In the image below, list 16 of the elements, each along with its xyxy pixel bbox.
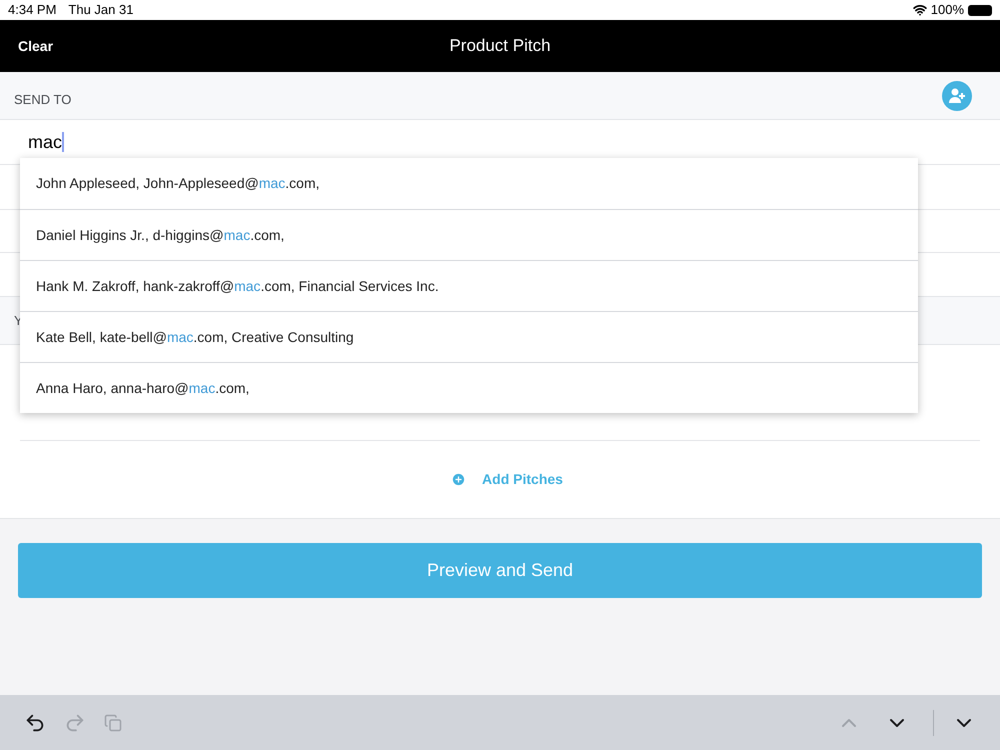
add-contact-icon[interactable] <box>942 80 972 110</box>
suggestion-item[interactable]: Kate Bell, kate-bell@mac.com, Creative Consulting <box>20 311 918 362</box>
suggestion-item[interactable]: Daniel Higgins Jr., d-higgins@mac.com, <box>20 209 918 260</box>
plus-icon <box>451 472 466 487</box>
window-title: Product Pitch <box>449 35 551 57</box>
suggestion-item[interactable]: Anna Haro, anna-haro@mac.com, <box>20 362 918 413</box>
clear-button[interactable]: Clear <box>18 36 54 57</box>
status-date: Thu Jan 31 <box>68 1 134 20</box>
wifi-icon <box>912 3 927 17</box>
status-time: 4:34 PM <box>8 1 56 20</box>
suggestion-item[interactable]: Hank M. Zakroff, hank-zakroff@mac.com, Financial Services Inc. <box>20 260 918 311</box>
paste-icon[interactable] <box>104 714 122 732</box>
battery-percent: 100% <box>930 1 964 20</box>
undo-icon[interactable] <box>24 712 46 734</box>
battery-icon <box>968 4 992 16</box>
section-label: SEND TO <box>14 90 72 109</box>
